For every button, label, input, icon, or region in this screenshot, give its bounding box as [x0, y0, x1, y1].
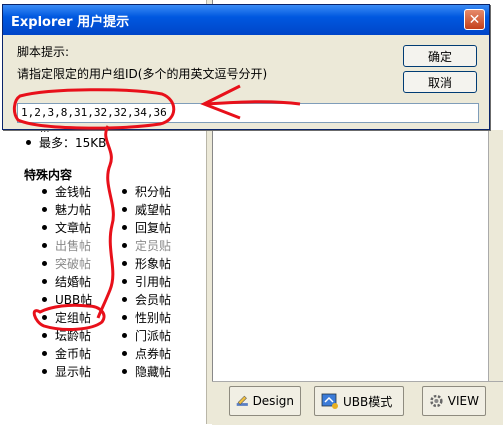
editor-scrollbar[interactable]: [488, 130, 503, 381]
bullet-icon: [42, 279, 47, 284]
option-label: 门派帖: [135, 329, 172, 343]
option-item[interactable]: 性别帖: [122, 309, 171, 326]
option-item[interactable]: 门派帖: [122, 327, 171, 344]
view-mode-label: VIEW: [447, 394, 479, 408]
option-label: 文章帖: [55, 221, 92, 235]
dialog-titlebar[interactable]: Explorer 用户提示 ✕: [3, 5, 489, 35]
option-label: 结婚帖: [55, 275, 92, 289]
option-label: 积分帖: [135, 185, 172, 199]
bullet-icon: [122, 333, 127, 338]
bullet-icon: [42, 333, 47, 338]
cancel-button[interactable]: 取消: [403, 71, 477, 93]
bullet-icon: [122, 369, 127, 374]
option-item[interactable]: 金钱帖: [42, 183, 91, 200]
option-label: 会员帖: [135, 293, 172, 307]
design-mode-label: Design: [252, 394, 294, 408]
bullet-icon: [122, 315, 127, 320]
option-label: 金币帖: [55, 347, 92, 361]
prompt-label: 脚本提示:: [17, 45, 70, 59]
bullet-icon: [42, 369, 47, 374]
option-label: 坛龄帖: [55, 329, 92, 343]
group-id-input[interactable]: 1,2,3,8,31,32,32,34,36: [17, 103, 479, 123]
option-item[interactable]: 坛龄帖: [42, 327, 91, 344]
bullet-icon: [122, 225, 127, 230]
option-item[interactable]: 金币帖: [42, 345, 91, 362]
view-mode-button[interactable]: VIEW: [422, 386, 486, 416]
option-item[interactable]: 结婚帖: [42, 273, 91, 290]
close-button[interactable]: ✕: [464, 9, 485, 30]
bullet-icon: [26, 139, 31, 145]
bullet-icon: [122, 297, 127, 302]
bullet-icon: [122, 243, 127, 248]
bullet-icon: [122, 189, 127, 194]
option-item[interactable]: 积分帖: [122, 183, 171, 200]
user-prompt-dialog: Explorer 用户提示 ✕ 脚本提示: 请指定限定的用户组ID(多个的用英文…: [2, 4, 490, 130]
design-icon: [236, 395, 248, 406]
option-item[interactable]: 点券帖: [122, 345, 171, 362]
option-item[interactable]: 形象帖: [122, 255, 171, 272]
bullet-icon: [42, 189, 47, 194]
option-item[interactable]: 魅力帖: [42, 201, 91, 218]
list-item: 最多：15KB: [26, 134, 106, 150]
bullet-icon: [122, 351, 127, 356]
option-item[interactable]: UBB帖: [42, 291, 92, 308]
option-item[interactable]: 出售帖: [42, 237, 91, 254]
option-label: 定组帖: [55, 311, 92, 325]
option-label: 定员贴: [135, 239, 172, 253]
option-item[interactable]: 引用帖: [122, 273, 171, 290]
option-label: 威望帖: [135, 203, 172, 217]
design-mode-button[interactable]: Design: [229, 386, 301, 416]
max-size-label: 最多：15KB: [39, 135, 107, 150]
option-item[interactable]: 文章帖: [42, 219, 91, 236]
dialog-title: Explorer 用户提示: [11, 14, 130, 30]
option-item[interactable]: 回复帖: [122, 219, 171, 236]
option-item[interactable]: 会员帖: [122, 291, 171, 308]
bullet-icon: [42, 243, 47, 248]
ok-button[interactable]: 确定: [403, 45, 477, 67]
bullet-icon: [42, 225, 47, 230]
option-label: UBB帖: [55, 293, 93, 307]
option-label: 回复帖: [135, 221, 172, 235]
option-label: 性别帖: [135, 311, 172, 325]
option-item[interactable]: 显示帖: [42, 363, 91, 380]
bullet-icon: [42, 351, 47, 356]
close-icon: ✕: [468, 11, 481, 28]
option-label: 引用帖: [135, 275, 172, 289]
prompt-message: 请指定限定的用户组ID(多个的用英文逗号分开): [17, 67, 268, 81]
ubb-mode-button[interactable]: UBB模式: [314, 386, 404, 416]
bullet-icon: [42, 207, 47, 212]
option-item[interactable]: 定组帖: [42, 309, 91, 326]
option-label: 点券帖: [135, 347, 172, 361]
option-item[interactable]: 威望帖: [122, 201, 171, 218]
bullet-icon: [42, 297, 47, 302]
option-label: 形象帖: [135, 257, 172, 271]
option-label: 突破帖: [55, 257, 92, 271]
option-item[interactable]: 定员贴: [122, 237, 171, 254]
option-label: 魅力帖: [55, 203, 92, 217]
option-label: 金钱帖: [55, 185, 92, 199]
ubb-icon: [321, 393, 338, 409]
option-item[interactable]: 隐藏帖: [122, 363, 171, 380]
bullet-icon: [42, 315, 47, 320]
bullet-icon: [42, 261, 47, 266]
ubb-mode-label: UBB模式: [343, 394, 393, 409]
option-item[interactable]: 突破帖: [42, 255, 91, 272]
bullet-icon: [122, 261, 127, 266]
option-label: 隐藏帖: [135, 365, 172, 379]
section-title: 特殊内容: [24, 168, 73, 182]
gear-icon: [430, 394, 443, 408]
bullet-icon: [122, 279, 127, 284]
option-label: 出售帖: [55, 239, 92, 253]
option-label: 显示帖: [55, 365, 92, 379]
bullet-icon: [122, 207, 127, 212]
